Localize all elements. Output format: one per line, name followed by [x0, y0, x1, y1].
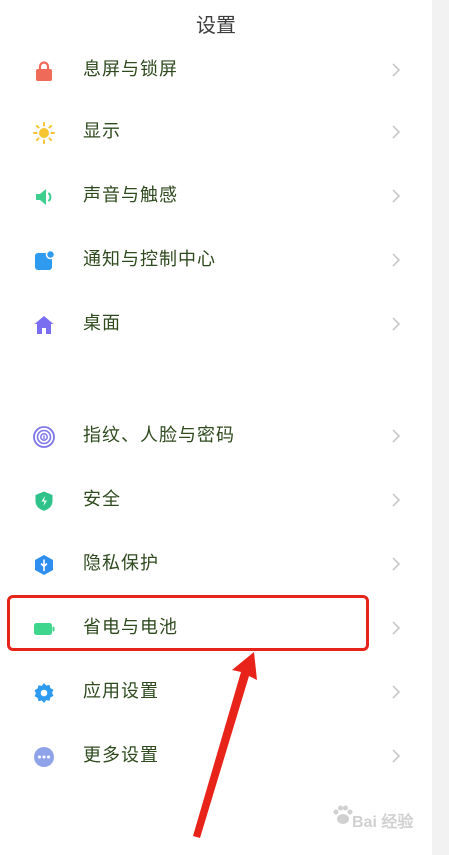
privacy-icon — [33, 554, 55, 576]
chevron-right-icon — [388, 556, 404, 572]
settings-item-label: 隐私保护 — [83, 553, 159, 574]
chevron-right-icon — [388, 124, 404, 140]
settings-item-label: 通知与控制中心 — [83, 249, 216, 270]
settings-item-more[interactable]: 更多设置 — [0, 726, 432, 786]
shield-icon — [33, 490, 55, 512]
sun-icon — [33, 122, 55, 144]
more-icon — [33, 746, 55, 768]
settings-item-label: 息屏与锁屏 — [83, 59, 178, 80]
settings-item-sound[interactable]: 声音与触感 — [0, 166, 432, 226]
settings-item-label: 应用设置 — [83, 681, 159, 702]
settings-item-label: 指纹、人脸与密码 — [83, 425, 235, 446]
chevron-right-icon — [388, 492, 404, 508]
lock-icon — [33, 60, 55, 82]
chevron-right-icon — [388, 188, 404, 204]
settings-item-lock-screen[interactable]: 息屏与锁屏 — [0, 40, 432, 100]
settings-item-fingerprint[interactable]: 指纹、人脸与密码 — [0, 406, 432, 466]
chevron-right-icon — [388, 62, 404, 78]
notification-icon — [33, 250, 55, 272]
watermark: Bai 经验 — [330, 800, 440, 840]
settings-item-label: 安全 — [83, 489, 121, 510]
settings-item-privacy[interactable]: 隐私保护 — [0, 534, 432, 594]
settings-panel: 设置 息屏与锁屏 显示 声音与触感 通知与控制中心 桌面 指纹、人脸与密码 安全… — [0, 0, 432, 855]
chevron-right-icon — [388, 620, 404, 636]
settings-item-label: 桌面 — [83, 313, 121, 334]
page-title: 设置 — [196, 13, 236, 37]
watermark-text: Bai 经验 — [352, 814, 414, 831]
settings-item-label: 更多设置 — [83, 745, 159, 766]
chevron-right-icon — [388, 428, 404, 444]
annotation-highlight-box — [7, 595, 369, 651]
speaker-icon — [33, 186, 55, 208]
home-icon — [33, 314, 55, 336]
settings-item-notifications[interactable]: 通知与控制中心 — [0, 230, 432, 290]
settings-item-desktop[interactable]: 桌面 — [0, 294, 432, 354]
settings-item-security[interactable]: 安全 — [0, 470, 432, 530]
chevron-right-icon — [388, 252, 404, 268]
settings-item-label: 显示 — [83, 121, 121, 142]
settings-item-display[interactable]: 显示 — [0, 102, 432, 162]
chevron-right-icon — [388, 748, 404, 764]
chevron-right-icon — [388, 684, 404, 700]
chevron-right-icon — [388, 316, 404, 332]
settings-item-app-settings[interactable]: 应用设置 — [0, 662, 432, 722]
fingerprint-icon — [33, 426, 55, 448]
gear-icon — [33, 682, 55, 704]
settings-item-label: 声音与触感 — [83, 185, 178, 206]
